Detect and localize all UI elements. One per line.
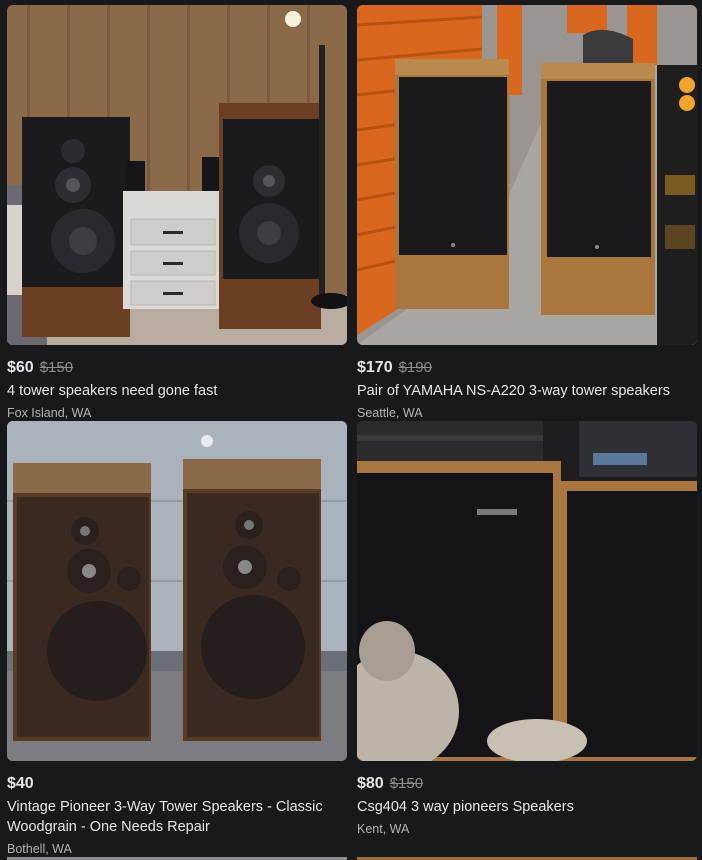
listing-location: Fox Island, WA <box>7 406 92 420</box>
price-row: $80 $150 <box>357 774 697 794</box>
listing-photo-image <box>7 5 347 345</box>
listing-card[interactable]: $170 $190 Pair of YAMAHA NS-A220 3-way to… <box>357 5 697 421</box>
listing-card[interactable]: $40 Vintage Pioneer 3-Way Tower Speakers… <box>7 421 347 857</box>
listing-photo[interactable] <box>7 5 347 345</box>
listing-location: Bothell, WA <box>7 842 72 856</box>
listing-photo[interactable] <box>357 5 697 345</box>
listing-price: $40 <box>7 775 34 792</box>
price-row: $40 <box>7 774 347 794</box>
listing-photo-image <box>357 5 697 345</box>
listing-photo-image <box>7 421 347 761</box>
price-row: $170 $190 <box>357 358 697 378</box>
listing-price: $80 <box>357 775 384 792</box>
listing-title[interactable]: Pair of YAMAHA NS-A220 3-way tower speak… <box>357 381 697 401</box>
listing-price: $60 <box>7 359 34 376</box>
listing-card[interactable]: $60 $150 4 tower speakers need gone fast … <box>7 5 347 421</box>
listing-location: Kent, WA <box>357 822 410 836</box>
listing-original-price: $150 <box>39 359 74 376</box>
listing-title[interactable]: 4 tower speakers need gone fast <box>7 381 347 401</box>
listing-price: $170 <box>357 359 393 376</box>
listing-original-price: $150 <box>389 775 424 792</box>
listing-photo-image <box>357 421 697 761</box>
listing-original-price: $190 <box>398 359 432 376</box>
listing-photo[interactable] <box>357 421 697 761</box>
listing-photo[interactable] <box>7 421 347 761</box>
price-row: $60 $150 <box>7 358 347 378</box>
listing-card[interactable]: $80 $150 Csg404 3 way pioneers Speakers K… <box>357 421 697 837</box>
listing-title[interactable]: Vintage Pioneer 3-Way Tower Speakers - C… <box>7 797 347 837</box>
listing-title[interactable]: Csg404 3 way pioneers Speakers <box>357 797 697 817</box>
marketplace-listing-grid: $60 $150 4 tower speakers need gone fast … <box>0 0 702 860</box>
listing-location: Seattle, WA <box>357 406 423 420</box>
